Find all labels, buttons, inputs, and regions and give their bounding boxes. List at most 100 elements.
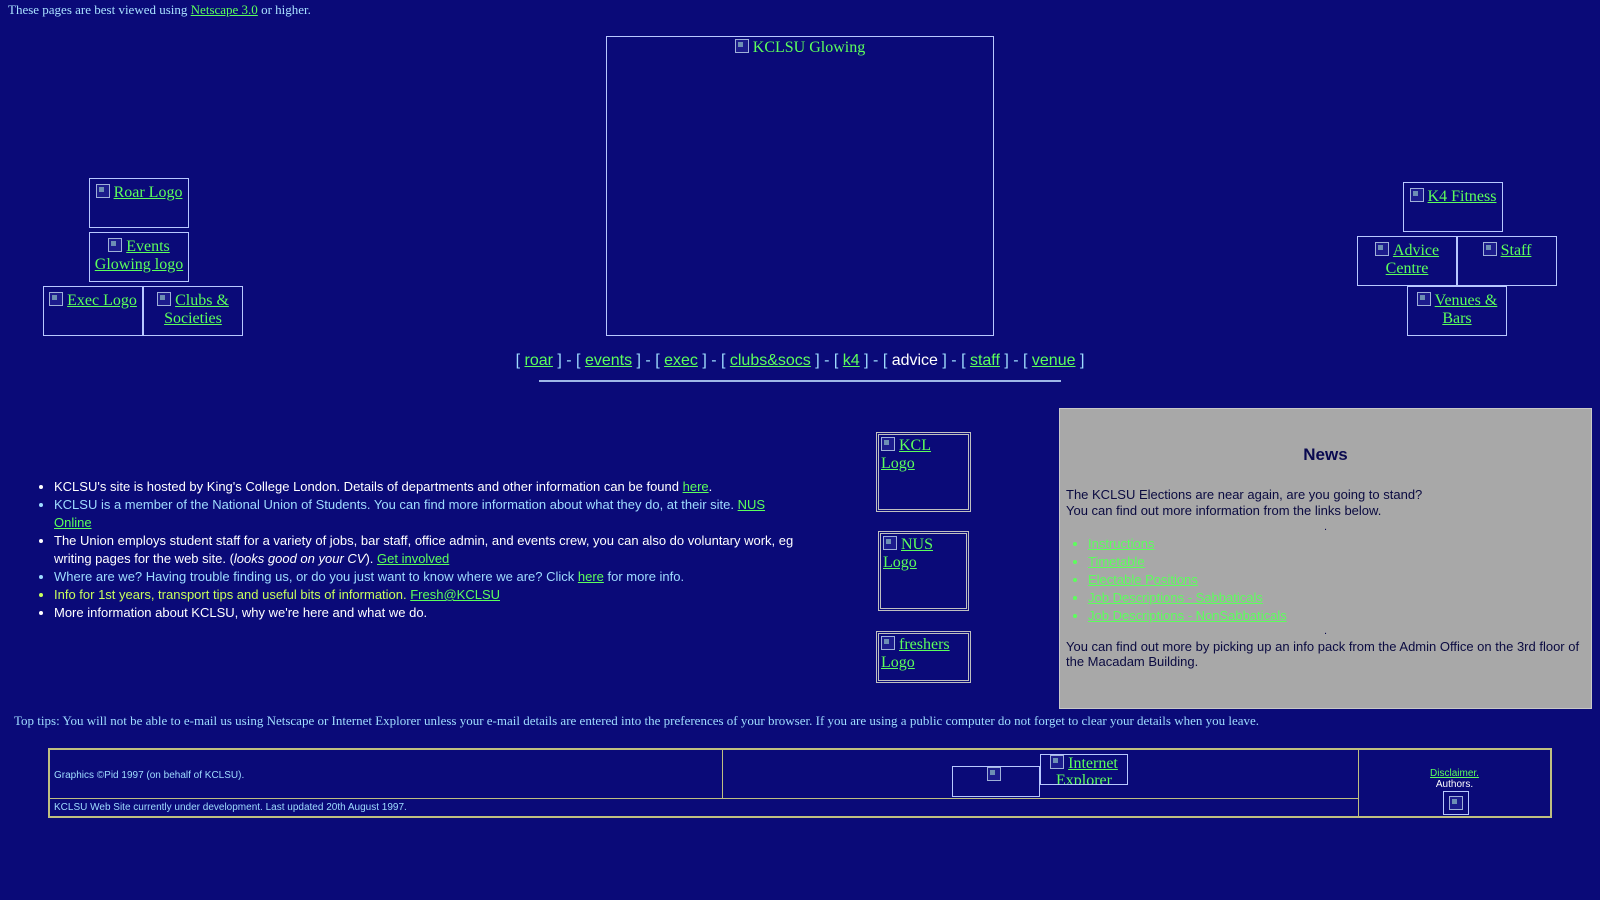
- list-item-text: Info for 1st years, transport tips and u…: [54, 587, 411, 602]
- freshers-logo-link[interactable]: freshers Logo: [876, 631, 971, 683]
- list-item: Instructions: [1088, 535, 1287, 553]
- fresh-kclsu-link[interactable]: Fresh@KCLSU: [410, 587, 500, 602]
- timetable-link[interactable]: Timetable: [1088, 554, 1145, 569]
- roar-image-link[interactable]: Roar Logo: [89, 178, 189, 228]
- list-item: More information about KCLSU, why we're …: [54, 604, 804, 622]
- main-navigation: [ roar ] - [ events ] - [ exec ] - [ clu…: [0, 352, 1600, 370]
- disclaimer-cell: Disclaimer. Authors.: [1358, 749, 1551, 817]
- browser-badges-cell: Internet Explorer: [722, 749, 1359, 799]
- list-item-italic: looks good on your CV: [233, 551, 366, 566]
- broken-image-icon: [881, 636, 895, 650]
- broken-image-icon: [108, 238, 123, 252]
- kcl-logo-link[interactable]: KCL Logo: [876, 432, 971, 512]
- broken-image-icon: [1416, 292, 1431, 306]
- site-status: KCLSU Web Site currently under developme…: [54, 802, 407, 813]
- list-item-text: Where are we? Having trouble finding us,…: [54, 569, 578, 584]
- top-tips: Top tips: You will not be able to e-mail…: [14, 713, 1260, 728]
- venues-image-link[interactable]: Venues & Bars: [1407, 286, 1507, 336]
- nav-k4[interactable]: k4: [843, 352, 860, 369]
- broken-image-icon: [881, 437, 895, 451]
- events-image-link[interactable]: Events Glowing logo: [89, 232, 189, 282]
- advice-centre-image-link[interactable]: Advice Centre: [1357, 236, 1457, 286]
- nav-roar[interactable]: roar: [524, 352, 552, 369]
- location-link[interactable]: here: [578, 569, 604, 584]
- list-item: KCLSU's site is hosted by King's College…: [54, 478, 804, 496]
- list-item-text: KCLSU's site is hosted by King's College…: [54, 479, 683, 494]
- venues-alt-text: Venues & Bars: [1434, 292, 1498, 327]
- list-item: Job Descriptions - NonSabbaticals: [1088, 607, 1287, 625]
- list-item: Timetable: [1088, 553, 1287, 571]
- nav-separator: ] - [: [937, 352, 970, 369]
- broken-image-icon: [1409, 188, 1424, 202]
- kclsu-banner-image: KCLSU Glowing: [606, 36, 994, 336]
- nav-separator: ] - [: [999, 352, 1032, 369]
- news-links: Instructions Timetable Electable Positio…: [1066, 535, 1287, 625]
- nav-exec[interactable]: exec: [664, 352, 698, 369]
- nav-clubs-socs[interactable]: clubs&socs: [730, 352, 811, 369]
- staff-image-link[interactable]: Staff: [1457, 236, 1557, 286]
- list-item: The Union employs student staff for a va…: [54, 532, 804, 568]
- nav-separator: ] - [: [810, 352, 843, 369]
- roar-alt-text: Roar Logo: [113, 184, 183, 201]
- nav-separator: ] - [: [859, 352, 892, 369]
- broken-image-icon: [157, 292, 172, 306]
- internet-explorer-badge-link[interactable]: Internet Explorer: [1040, 754, 1128, 785]
- footer-table: Graphics ©Pid 1997 (on behalf of KCLSU).…: [48, 748, 1552, 818]
- list-item: KCLSU is a member of the National Union …: [54, 496, 804, 532]
- notice-text-after: or higher.: [257, 2, 311, 17]
- nav-advice-current: advice: [891, 352, 938, 369]
- browser-notice: These pages are best viewed using Netsca…: [8, 2, 311, 18]
- news-title: News: [1303, 445, 1348, 464]
- news-intro-line: The KCLSU Elections are near again, are …: [1066, 487, 1423, 502]
- news-dot: .: [1324, 521, 1328, 533]
- broken-image-icon: [49, 292, 64, 306]
- nav-separator: ] - [: [697, 352, 730, 369]
- clubs-image-link[interactable]: Clubs & Societies: [143, 286, 243, 336]
- banner-alt-text: KCLSU Glowing: [752, 39, 866, 56]
- list-item: Electable Positions: [1088, 571, 1287, 589]
- authors-image-link[interactable]: [1443, 791, 1469, 815]
- horizontal-rule: [539, 380, 1061, 382]
- broken-image-icon: [1482, 242, 1497, 256]
- staff-alt-text: Staff: [1500, 242, 1532, 259]
- broken-image-icon: [95, 184, 110, 198]
- disclaimer-link[interactable]: Disclaimer.: [1430, 768, 1479, 779]
- get-involved-link[interactable]: Get involved: [377, 551, 449, 566]
- list-item-text: KCLSU is a member of the National Union …: [54, 497, 738, 512]
- netscape-badge-link[interactable]: [952, 766, 1040, 797]
- broken-image-icon: [1374, 242, 1389, 256]
- list-item: Info for 1st years, transport tips and u…: [54, 586, 804, 604]
- nav-bracket-close: ]: [1075, 352, 1085, 369]
- graphics-credit: Graphics ©Pid 1997 (on behalf of KCLSU).: [54, 770, 245, 781]
- news-panel: News The KCLSU Elections are near again,…: [1059, 408, 1592, 709]
- k4-alt-text: K4 Fitness: [1427, 188, 1497, 205]
- sabbaticals-link[interactable]: Job Descriptions - Sabbaticals: [1088, 590, 1263, 605]
- nonsabbaticals-link[interactable]: Job Descriptions - NonSabbaticals: [1088, 608, 1287, 623]
- news-intro: The KCLSU Elections are near again, are …: [1066, 487, 1422, 519]
- nav-separator: ] - [: [632, 352, 665, 369]
- list-item: Job Descriptions - Sabbaticals: [1088, 589, 1287, 607]
- list-item-after: for more info.: [603, 569, 685, 584]
- broken-image-icon: [1449, 796, 1463, 810]
- nus-logo-link[interactable]: NUS Logo: [878, 531, 969, 611]
- nav-venue[interactable]: venue: [1032, 352, 1076, 369]
- nav-staff[interactable]: staff: [970, 352, 1000, 369]
- list-item-after: .: [708, 479, 713, 494]
- exec-image-link[interactable]: Exec Logo: [43, 286, 143, 336]
- list-item: Where are we? Having trouble finding us,…: [54, 568, 804, 586]
- news-intro-line: You can find out more information from t…: [1066, 503, 1382, 518]
- news-footer-text: You can find out more by picking up an i…: [1066, 639, 1580, 669]
- broken-image-icon: [987, 767, 1001, 781]
- broken-image-icon: [883, 536, 897, 550]
- graphics-credit-cell: Graphics ©Pid 1997 (on behalf of KCLSU).: [49, 749, 723, 799]
- electable-positions-link[interactable]: Electable Positions: [1088, 572, 1198, 587]
- kcl-details-link[interactable]: here: [683, 479, 709, 494]
- instructions-link[interactable]: Instructions: [1088, 536, 1154, 551]
- info-list: KCLSU's site is hosted by King's College…: [30, 478, 804, 622]
- nav-events[interactable]: events: [585, 352, 632, 369]
- broken-image-icon: [734, 39, 749, 53]
- notice-text-before: These pages are best viewed using: [8, 2, 191, 17]
- k4-fitness-image-link[interactable]: K4 Fitness: [1403, 182, 1503, 232]
- clubs-alt-text: Clubs & Societies: [164, 292, 229, 327]
- netscape-link[interactable]: Netscape 3.0: [191, 2, 258, 17]
